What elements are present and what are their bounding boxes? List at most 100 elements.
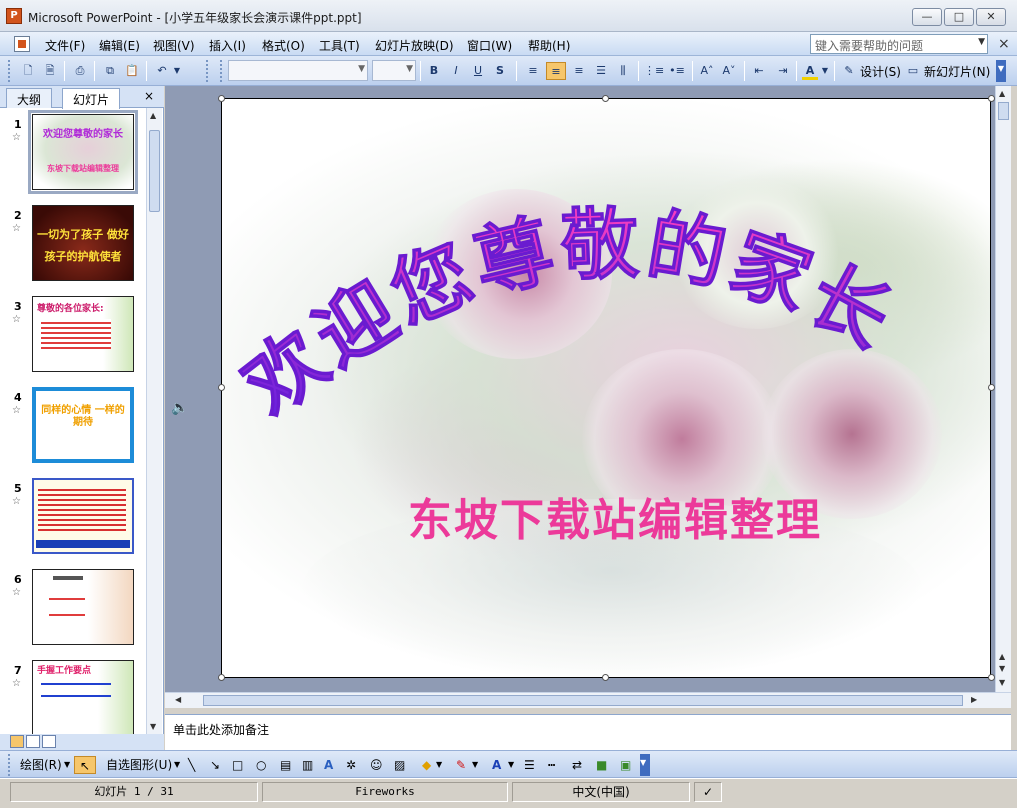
- minimize-button[interactable]: —: [912, 8, 942, 26]
- numbering-icon[interactable]: ⋮≡: [644, 62, 664, 80]
- slide-horizontal-scrollbar[interactable]: ◀ ▶: [165, 692, 1011, 708]
- slide-thumbnail[interactable]: [32, 478, 134, 554]
- chevron-down-icon[interactable]: ▼: [508, 756, 514, 774]
- bullets-icon[interactable]: •≡: [668, 62, 686, 80]
- toolbar-options-icon[interactable]: ▼: [640, 754, 650, 776]
- copy-icon[interactable]: ⧉: [102, 62, 118, 80]
- chevron-down-icon[interactable]: ▼: [406, 64, 413, 74]
- menu-edit[interactable]: 编辑(E): [99, 37, 140, 54]
- thumbnail-scrollbar[interactable]: ▲ ▼: [146, 108, 162, 734]
- clipart-icon[interactable]: ☺: [370, 756, 383, 774]
- new-document-icon[interactable]: 🗋: [20, 62, 36, 80]
- toolbar-grip[interactable]: [220, 60, 224, 82]
- decrease-indent-icon[interactable]: ⇤: [750, 62, 768, 80]
- menu-help[interactable]: 帮助(H): [528, 37, 570, 54]
- menu-file[interactable]: 文件(F): [45, 37, 85, 54]
- resize-handle[interactable]: [602, 95, 609, 102]
- picture-icon[interactable]: ▨: [394, 756, 405, 774]
- menu-view[interactable]: 视图(V): [153, 37, 195, 54]
- wordart-icon[interactable]: A: [324, 756, 333, 774]
- list-item[interactable]: 6 ☆: [0, 563, 146, 653]
- toolbar-options-icon[interactable]: ▼: [996, 60, 1006, 82]
- slideshow-view-button[interactable]: [42, 735, 56, 748]
- spelling-check-icon[interactable]: ✓: [694, 782, 722, 802]
- scroll-up-icon[interactable]: ▲: [150, 111, 156, 120]
- toolbar-grip[interactable]: [8, 60, 12, 82]
- chevron-down-icon[interactable]: ▼: [358, 64, 365, 74]
- chevron-down-icon[interactable]: ▼: [436, 756, 442, 774]
- distribute-icon[interactable]: ⫼: [614, 62, 632, 80]
- slide-thumbnail[interactable]: 一切为了孩子 做好孩子的护航使者: [32, 205, 134, 281]
- font-color-icon[interactable]: A: [492, 756, 501, 774]
- undo-icon[interactable]: ↶: [154, 62, 170, 80]
- tab-slides[interactable]: 幻灯片: [62, 88, 121, 109]
- scroll-down-icon[interactable]: ▼: [999, 678, 1005, 687]
- resize-handle[interactable]: [988, 384, 995, 391]
- scrollbar-thumb[interactable]: [203, 695, 963, 706]
- paste-icon[interactable]: 📋: [124, 62, 140, 80]
- menu-tools[interactable]: 工具(T): [319, 37, 360, 54]
- resize-handle[interactable]: [218, 674, 225, 681]
- diagram-icon[interactable]: ✲: [346, 756, 356, 774]
- scrollbar-thumb[interactable]: [998, 102, 1009, 120]
- slide-sorter-view-button[interactable]: [26, 735, 40, 748]
- italic-button[interactable]: I: [448, 62, 464, 80]
- line-icon[interactable]: ╲: [188, 756, 195, 774]
- tab-outline[interactable]: 大纲: [6, 88, 53, 108]
- arrow-style-icon[interactable]: ⇄: [572, 756, 582, 774]
- scrollbar-thumb[interactable]: [149, 130, 160, 212]
- slide-thumbnail[interactable]: 手握工作要点: [32, 660, 134, 734]
- arrow-icon[interactable]: ↘: [210, 756, 220, 774]
- document-icon[interactable]: [14, 36, 30, 52]
- underline-button[interactable]: U: [470, 62, 486, 80]
- sound-icon[interactable]: 🔈: [171, 400, 188, 420]
- list-item[interactable]: 5 ☆: [0, 472, 146, 562]
- list-item[interactable]: 1 ☆ 欢迎您尊敬的家长 东坡下载站编辑整理: [0, 108, 146, 198]
- list-item[interactable]: 3 ☆ 尊敬的各位家长:: [0, 290, 146, 380]
- slide-thumbnail[interactable]: [32, 569, 134, 645]
- line-style-icon[interactable]: ☰: [524, 756, 535, 774]
- new-slide-button[interactable]: 新幻灯片(N): [924, 63, 990, 80]
- align-left-icon[interactable]: ≡: [524, 62, 542, 80]
- fill-color-icon[interactable]: ◆: [422, 756, 431, 774]
- 3d-style-icon[interactable]: ▣: [620, 756, 631, 774]
- scroll-down-icon[interactable]: ▼: [150, 722, 156, 731]
- powerpoint-app-icon[interactable]: P: [6, 8, 22, 24]
- chevron-down-icon[interactable]: ▼: [64, 756, 70, 774]
- help-search-input[interactable]: 键入需要帮助的问题 ▼: [810, 34, 988, 54]
- decrease-font-icon[interactable]: A˅: [720, 62, 738, 80]
- resize-handle[interactable]: [218, 95, 225, 102]
- dash-style-icon[interactable]: ┅: [548, 756, 555, 774]
- bold-button[interactable]: B: [426, 62, 442, 80]
- permission-icon[interactable]: 🗎: [42, 62, 58, 80]
- slide-thumbnail[interactable]: 同样的心情 一样的期待: [32, 387, 134, 463]
- draw-menu-button[interactable]: 绘图(R): [20, 756, 62, 774]
- notes-placeholder[interactable]: 单击此处添加备注: [173, 721, 269, 738]
- align-right-icon[interactable]: ≡: [570, 62, 588, 80]
- rectangle-icon[interactable]: □: [232, 756, 243, 774]
- resize-handle[interactable]: [218, 384, 225, 391]
- menu-window[interactable]: 窗口(W): [467, 37, 512, 54]
- list-item[interactable]: 2 ☆ 一切为了孩子 做好孩子的护航使者: [0, 199, 146, 289]
- previous-slide-icon[interactable]: ▲: [999, 652, 1005, 661]
- select-pointer-icon[interactable]: ↖: [74, 756, 96, 774]
- menu-format[interactable]: 格式(O): [262, 37, 305, 54]
- slide-canvas[interactable]: 欢迎您尊敬的家长 东坡下载站编辑整理: [221, 98, 991, 678]
- textbox-icon[interactable]: ▤: [280, 756, 291, 774]
- autoshapes-button[interactable]: 自选图形(U): [106, 756, 172, 774]
- print-icon[interactable]: ⎙: [72, 62, 88, 80]
- resize-handle[interactable]: [988, 674, 995, 681]
- shadow-style-icon[interactable]: ■: [596, 756, 607, 774]
- menu-insert[interactable]: 插入(I): [209, 37, 246, 54]
- slide-subtitle[interactable]: 东坡下载站编辑整理: [408, 484, 888, 548]
- scroll-right-icon[interactable]: ▶: [971, 695, 977, 704]
- maximize-button[interactable]: □: [944, 8, 974, 26]
- close-button[interactable]: ✕: [976, 8, 1006, 26]
- menu-slideshow[interactable]: 幻灯片放映(D): [375, 37, 454, 54]
- vertical-textbox-icon[interactable]: ▥: [302, 756, 313, 774]
- font-size-combo[interactable]: ▼: [372, 60, 416, 81]
- toolbar-grip[interactable]: [206, 60, 210, 82]
- slide-title-wordart[interactable]: 欢迎您尊敬的家长: [222, 99, 991, 678]
- chevron-down-icon[interactable]: ▼: [978, 37, 985, 47]
- chevron-down-icon[interactable]: ▼: [472, 756, 478, 774]
